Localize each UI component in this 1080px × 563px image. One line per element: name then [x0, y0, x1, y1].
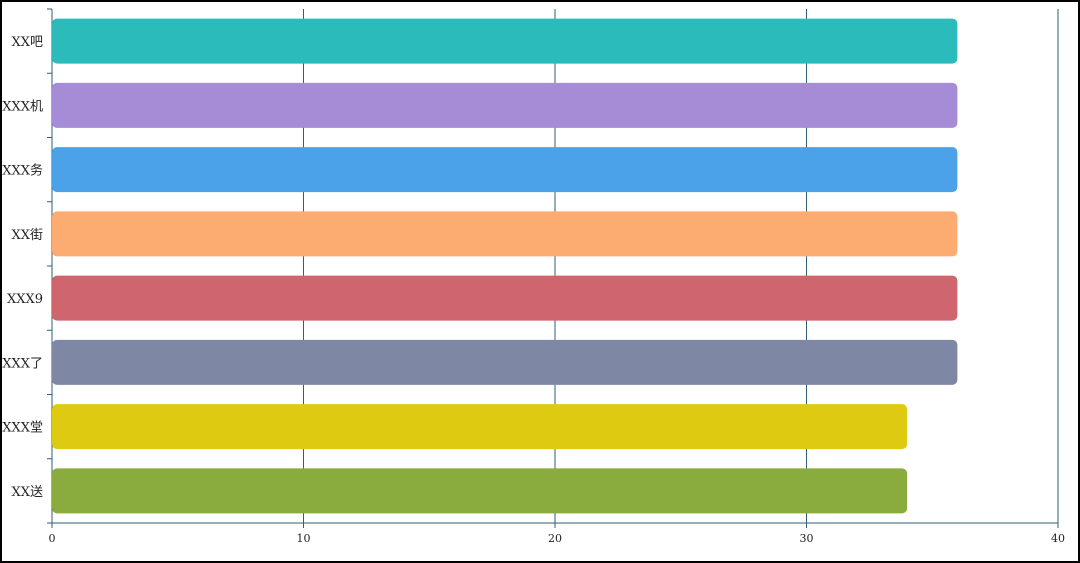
x-tick-label: 30: [800, 532, 814, 545]
x-tick-label: 40: [1051, 532, 1065, 545]
x-tick-label: 0: [49, 532, 56, 545]
x-tick-label: 10: [297, 532, 311, 545]
x-tick-label: 20: [548, 532, 562, 545]
bar-5: [52, 275, 958, 321]
y-category-label: XX送: [11, 485, 43, 500]
y-category-label: XXX堂: [2, 421, 43, 436]
bar-8: [52, 468, 908, 514]
bar-chart: 0 10 20 30 40 XX吧 XXX机 XXX务 XX街 XXX9 XXX了 XXX堂 XX送: [2, 8, 1065, 545]
bars: [52, 18, 958, 514]
y-category-label: XXX9: [7, 292, 43, 307]
y-category-label: XX街: [11, 228, 43, 243]
bar-6: [52, 339, 958, 385]
y-category-label: XX吧: [11, 35, 43, 50]
y-category-label: XXX务: [2, 163, 43, 179]
bar-3: [52, 147, 958, 193]
y-category-label: XXX了: [2, 356, 43, 371]
bar-2: [52, 82, 958, 128]
y-category-label: XXX机: [2, 99, 43, 114]
bar-4: [52, 211, 958, 257]
bar-7: [52, 404, 908, 450]
bar-1: [52, 18, 958, 64]
